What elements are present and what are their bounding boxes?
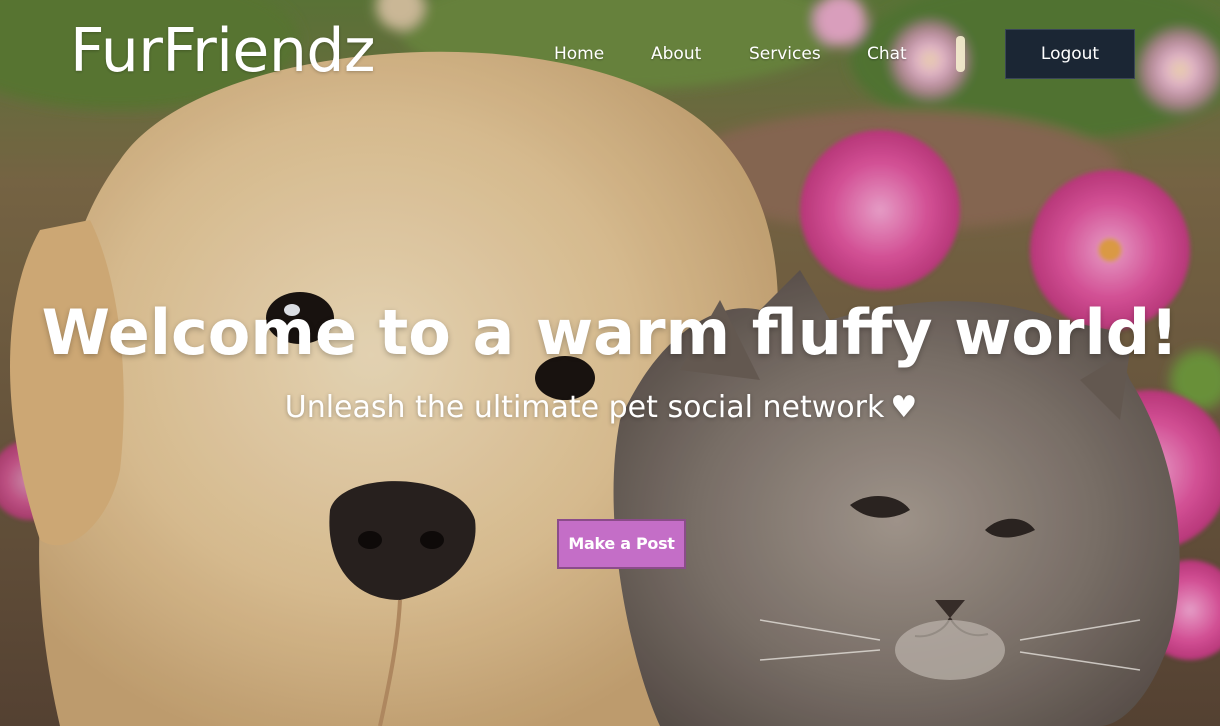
make-post-button[interactable]: Make a Post bbox=[557, 519, 686, 569]
hero-headline: Welcome to a warm fluffy world! bbox=[41, 296, 1179, 369]
logout-button[interactable]: Logout bbox=[1005, 29, 1135, 79]
nav-link-services[interactable]: Services bbox=[749, 42, 821, 66]
brand-logo[interactable]: FurFriendz bbox=[70, 16, 375, 86]
heart-icon: ♥ bbox=[890, 390, 918, 425]
nav-toggle-indicator[interactable] bbox=[956, 36, 965, 72]
hero-subheadline-text: Unleash the ultimate pet social network bbox=[284, 390, 885, 425]
hero-section: FurFriendz Home About Services Chat Logo… bbox=[0, 0, 1220, 726]
nav-link-about[interactable]: About bbox=[651, 42, 701, 66]
hero-subheadline: Unleash the ultimate pet social network ♥ bbox=[0, 388, 1202, 428]
nav-link-home[interactable]: Home bbox=[554, 42, 604, 66]
nav-link-chat[interactable]: Chat bbox=[867, 42, 907, 66]
